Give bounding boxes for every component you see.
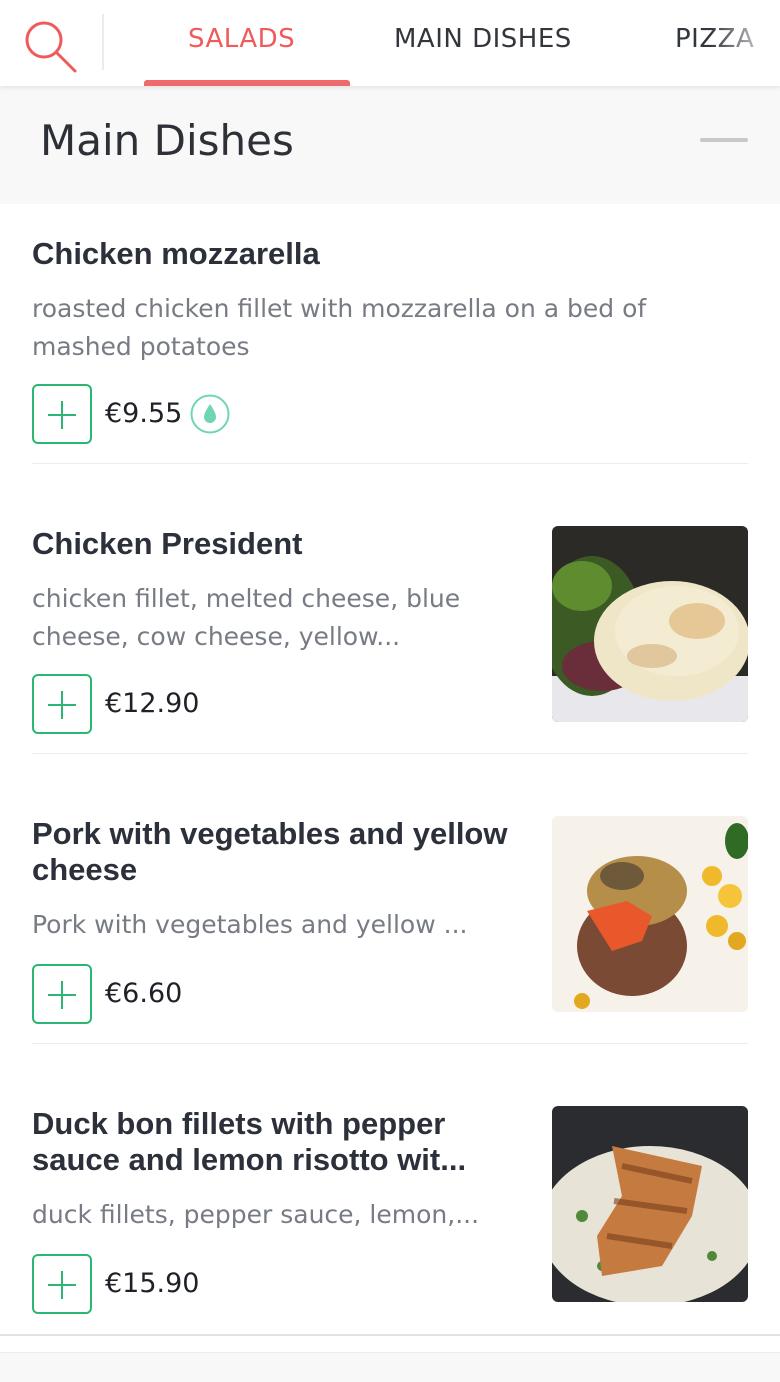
- droplet-icon: [190, 394, 230, 434]
- dish-item[interactable]: Duck bon fillets with pepper sauce and l…: [32, 1106, 522, 1234]
- dish-name: Pork with vegetables and yellow cheese: [32, 816, 508, 887]
- chicken-president-photo[interactable]: [552, 526, 748, 722]
- section-header[interactable]: Main Dishes: [0, 86, 780, 204]
- search-icon: [25, 21, 77, 73]
- pork-vegetables-photo[interactable]: [552, 816, 748, 1012]
- dish-item[interactable]: Chicken President chicken fillet, melted…: [32, 526, 522, 656]
- dish-description: roasted chicken fillet with mozzarella o…: [32, 294, 647, 361]
- list-end-divider: [0, 1334, 780, 1336]
- dish-name: Chicken mozzarella: [32, 236, 320, 271]
- dish-name: Duck bon fillets with pepper sauce and l…: [32, 1106, 467, 1177]
- dish-item[interactable]: Chicken mozzarella roasted chicken fille…: [32, 236, 748, 366]
- duck-risotto-photo[interactable]: [552, 1106, 748, 1302]
- dish-name: Chicken President: [32, 526, 303, 561]
- nav-divider: [102, 14, 104, 70]
- next-section-header: [0, 1352, 780, 1382]
- dish-price: €12.90: [105, 688, 200, 719]
- search-button[interactable]: [22, 18, 78, 74]
- add-to-cart-button[interactable]: [32, 384, 92, 444]
- dish-description: duck fillets, pepper sauce, lemon,...: [32, 1200, 480, 1229]
- add-to-cart-button[interactable]: [32, 1254, 92, 1314]
- dish-price: €9.55: [105, 398, 183, 429]
- dish-description: Pork with vegetables and yellow ...: [32, 910, 468, 939]
- add-to-cart-button[interactable]: [32, 674, 92, 734]
- tab-salads[interactable]: SALADS: [188, 0, 295, 86]
- section-title: Main Dishes: [40, 116, 294, 165]
- add-to-cart-button[interactable]: [32, 964, 92, 1024]
- tab-pizza[interactable]: PIZZA: [675, 0, 754, 86]
- dish-price: €15.90: [105, 1268, 200, 1299]
- row-divider: [32, 753, 748, 754]
- tab-main-dishes[interactable]: MAIN DISHES: [394, 0, 572, 86]
- dish-price: €6.60: [105, 978, 183, 1009]
- row-divider: [32, 1043, 748, 1044]
- dish-description: chicken fillet, melted cheese, blue chee…: [32, 584, 461, 651]
- dish-item[interactable]: Pork with vegetables and yellow cheese P…: [32, 816, 522, 944]
- collapse-section-button[interactable]: [700, 138, 748, 142]
- row-divider: [32, 463, 748, 464]
- category-nav: SALADS MAIN DISHES PIZZA: [0, 0, 780, 86]
- active-tab-indicator: [144, 80, 350, 86]
